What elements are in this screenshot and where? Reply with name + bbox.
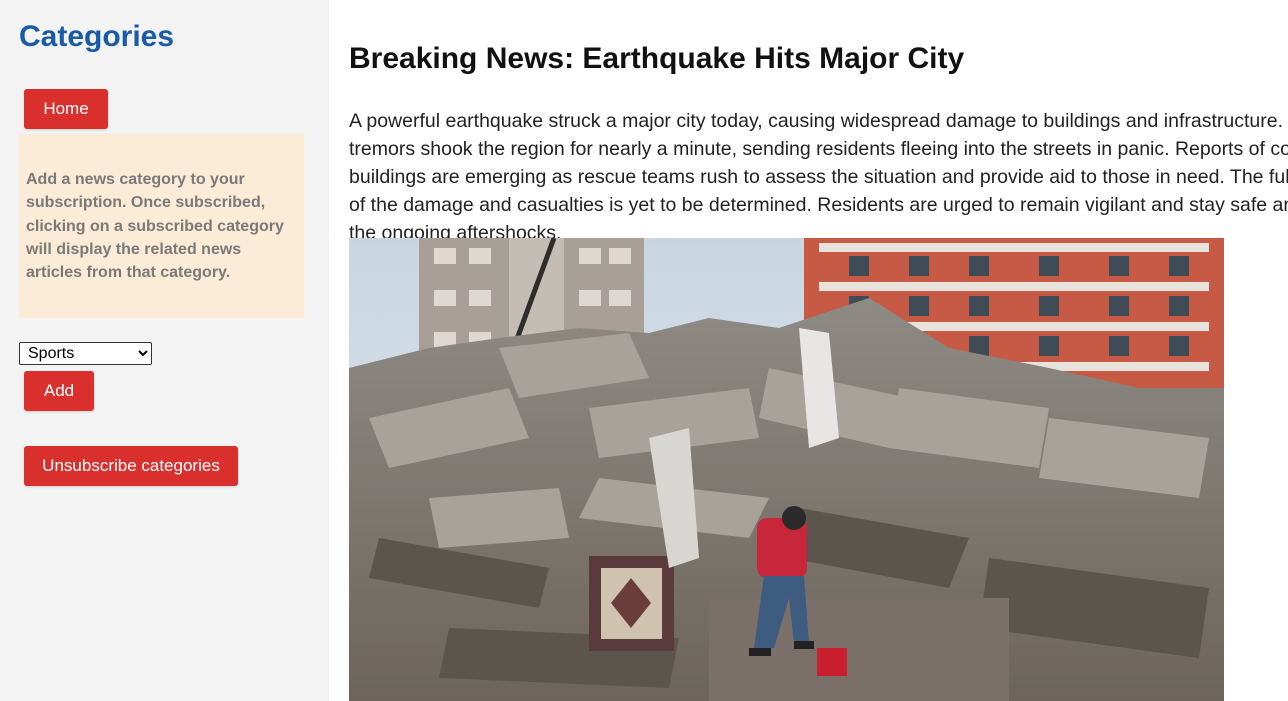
article-photo: [349, 238, 1224, 701]
subscription-info-text: Add a news category to your subscription…: [26, 171, 284, 282]
sidebar: Categories Home Add a news category to y…: [0, 0, 329, 701]
article-body: A powerful earthquake struck a major cit…: [349, 110, 1288, 244]
subscription-info-box: Add a news category to your subscription…: [19, 134, 304, 318]
article-headline: Breaking News: Earthquake Hits Major Cit…: [349, 42, 965, 75]
home-button[interactable]: Home: [24, 89, 108, 129]
sidebar-title: Categories: [19, 20, 175, 53]
unsubscribe-categories-button[interactable]: Unsubscribe categories: [24, 446, 238, 486]
add-category-button[interactable]: Add: [24, 371, 94, 411]
category-select[interactable]: Sports: [19, 342, 152, 365]
article-panel: Breaking News: Earthquake Hits Major Cit…: [329, 0, 1288, 701]
